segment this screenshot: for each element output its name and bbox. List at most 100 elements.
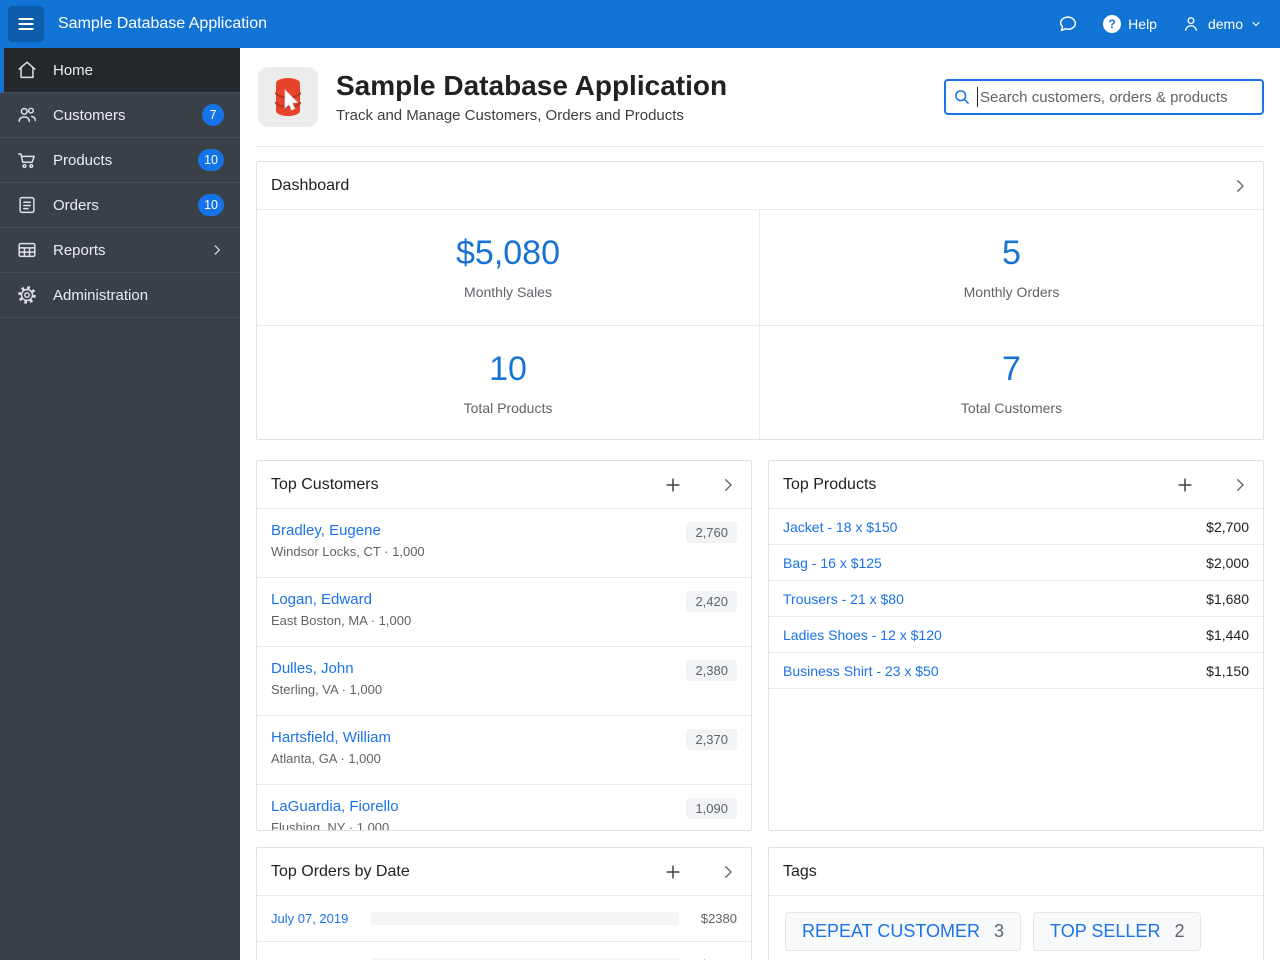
- tags-card: Tags REPEAT CUSTOMER 3 TOP SELLER 2: [768, 847, 1264, 960]
- user-menu[interactable]: demo: [1181, 14, 1262, 34]
- stat-value: 10: [489, 349, 527, 388]
- customers-icon: [18, 107, 36, 123]
- product-link[interactable]: Trousers - 21 x $80: [783, 591, 904, 607]
- search-input[interactable]: [944, 79, 1264, 115]
- top-products-card: Top Products Jacket - 18 x $150 $2,700 B…: [768, 460, 1264, 831]
- top-products-open-button[interactable]: [1231, 476, 1249, 494]
- stat-label: Monthly Sales: [464, 284, 552, 301]
- customer-value-badge: 1,090: [686, 798, 737, 819]
- search-icon: [955, 90, 969, 104]
- product-link[interactable]: Ladies Shoes - 12 x $120: [783, 627, 942, 643]
- top-orders-card: Top Orders by Date July 07, 2019 $2380 J…: [256, 847, 752, 960]
- top-orders-header: Top Orders by Date: [257, 848, 751, 896]
- customer-row: Dulles, John Sterling, VA · 1,000 2,380: [257, 647, 751, 716]
- order-date-link[interactable]: July 07, 2019: [271, 911, 371, 926]
- top-customers-open-button[interactable]: [719, 476, 737, 494]
- page-title: Sample Database Application: [336, 70, 728, 101]
- add-product-button[interactable]: [1175, 475, 1195, 495]
- products-count-badge: 10: [198, 149, 224, 171]
- orders-count-badge: 10: [198, 194, 224, 216]
- tag-chip-repeat-customer[interactable]: REPEAT CUSTOMER 3: [785, 912, 1022, 951]
- stat-monthly-orders: 5 Monthly Orders: [760, 210, 1263, 326]
- orders-icon: [19, 196, 35, 214]
- add-customer-button[interactable]: [663, 475, 683, 495]
- customer-link[interactable]: Logan, Edward: [271, 591, 737, 608]
- plus-icon: [666, 477, 680, 492]
- sidebar-item-label: Reports: [53, 241, 106, 259]
- order-row: June 29, 2019 $1920: [257, 942, 751, 960]
- stat-monthly-sales: $5,080 Monthly Sales: [257, 210, 760, 326]
- top-customers-title: Top Customers: [271, 475, 379, 493]
- dashboard-title: Dashboard: [271, 176, 350, 194]
- product-total: $1,150: [1206, 662, 1249, 679]
- customer-row: LaGuardia, Fiorello Flushing, NY · 1,000…: [257, 785, 751, 830]
- customers-count-badge: 7: [202, 104, 224, 126]
- order-bar: [371, 912, 679, 925]
- customer-value-badge: 2,760: [686, 522, 737, 543]
- product-row: Ladies Shoes - 12 x $120 $1,440: [769, 617, 1263, 653]
- sidebar-item-label: Administration: [53, 286, 149, 304]
- customer-link[interactable]: Bradley, Eugene: [271, 522, 737, 539]
- sidebar-item-administration[interactable]: Administration: [0, 273, 240, 318]
- product-row: Bag - 16 x $125 $2,000: [769, 545, 1263, 581]
- product-link[interactable]: Bag - 16 x $125: [783, 555, 882, 571]
- product-total: $1,680: [1206, 590, 1249, 607]
- customer-link[interactable]: LaGuardia, Fiorello: [271, 798, 737, 815]
- gear-icon: [18, 286, 36, 304]
- sidebar-item-customers[interactable]: Customers 7: [0, 93, 240, 138]
- dashboard-header: Dashboard: [257, 162, 1263, 210]
- stat-label: Monthly Orders: [963, 284, 1060, 301]
- user-icon: [1184, 17, 1198, 31]
- app-header: Sample Database Application Track and Ma…: [256, 48, 1264, 147]
- chat-button[interactable]: [1057, 13, 1079, 35]
- stat-value: 7: [1002, 349, 1021, 388]
- customer-value-badge: 2,370: [686, 729, 737, 750]
- sidebar-item-home[interactable]: Home: [0, 48, 240, 93]
- tag-label: TOP SELLER: [1050, 921, 1161, 941]
- chat-icon: [1060, 16, 1077, 32]
- menu-button[interactable]: [8, 6, 44, 42]
- help-button[interactable]: ? Help: [1103, 15, 1157, 33]
- reports-icon: [18, 242, 36, 258]
- topbar-title: Sample Database Application: [58, 15, 268, 32]
- home-icon: [18, 61, 36, 79]
- sidebar-item-reports[interactable]: Reports: [0, 228, 240, 273]
- app-database-icon: [258, 67, 318, 127]
- plus-icon: [666, 864, 680, 879]
- stat-label: Total Customers: [960, 399, 1063, 416]
- product-link[interactable]: Jacket - 18 x $150: [783, 519, 897, 535]
- add-order-button[interactable]: [663, 862, 683, 882]
- top-orders-open-button[interactable]: [719, 863, 737, 881]
- help-icon: ?: [1103, 15, 1122, 33]
- customer-location: East Boston, MA · 1,000: [271, 613, 412, 628]
- stat-total-products: 10 Total Products: [257, 325, 760, 439]
- help-label: Help: [1128, 16, 1157, 32]
- hamburger-icon: [18, 18, 34, 30]
- tag-chip-top-seller[interactable]: TOP SELLER 2: [1033, 912, 1202, 951]
- customer-value-badge: 2,380: [686, 660, 737, 681]
- customer-location: Sterling, VA · 1,000: [271, 682, 383, 697]
- dashboard-open-button[interactable]: [1231, 177, 1249, 195]
- plus-icon: [1178, 477, 1192, 492]
- sidebar: Home Customers 7 Products 10 Orders 10 R…: [0, 48, 240, 960]
- product-row: Jacket - 18 x $150 $2,700: [769, 509, 1263, 545]
- text-caret: [977, 87, 978, 107]
- customer-link[interactable]: Hartsfield, William: [271, 729, 737, 746]
- sidebar-item-label: Home: [53, 61, 94, 79]
- sidebar-item-products[interactable]: Products 10: [0, 138, 240, 183]
- stat-value: 5: [1002, 234, 1021, 273]
- stat-value: $5,080: [456, 234, 560, 273]
- sidebar-item-orders[interactable]: Orders 10: [0, 183, 240, 228]
- chevron-down-icon: [1252, 21, 1260, 27]
- customer-link[interactable]: Dulles, John: [271, 660, 737, 677]
- customer-value-badge: 2,420: [686, 591, 737, 612]
- tag-count: 2: [1174, 921, 1185, 941]
- customer-row: Logan, Edward East Boston, MA · 1,000 2,…: [257, 578, 751, 647]
- customer-row: Bradley, Eugene Windsor Locks, CT · 1,00…: [257, 509, 751, 578]
- product-total: $2,700: [1206, 518, 1249, 535]
- cart-icon: [18, 153, 35, 169]
- top-products-title: Top Products: [783, 475, 877, 493]
- product-total: $1,440: [1206, 626, 1249, 643]
- product-link[interactable]: Business Shirt - 23 x $50: [783, 663, 939, 679]
- topbar: Sample Database Application ? Help demo: [0, 0, 1280, 48]
